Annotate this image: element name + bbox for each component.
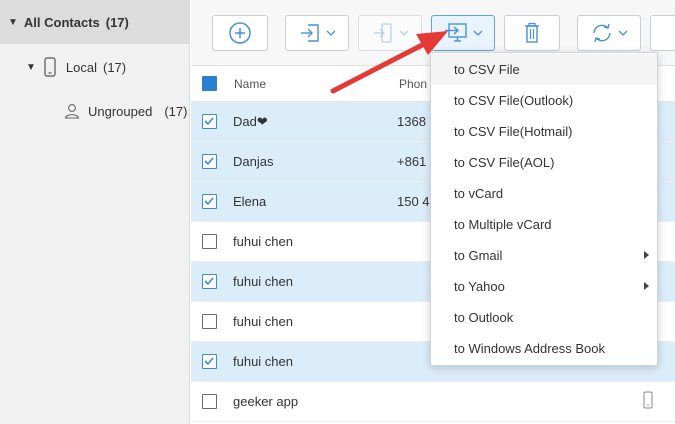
menu-item-label: to Outlook <box>454 310 514 325</box>
menu-item-label: to CSV File(Outlook) <box>454 93 574 108</box>
menu-item-to-outlook[interactable]: to Outlook <box>431 302 657 333</box>
submenu-arrow-icon <box>644 251 649 259</box>
plus-circle-icon <box>229 22 251 44</box>
chevron-down-icon[interactable] <box>473 30 483 36</box>
row-checkbox[interactable] <box>202 394 217 409</box>
contact-phone: 1368 <box>397 114 426 129</box>
nav-ungrouped-count: (17) <box>164 103 188 119</box>
delete-button[interactable] <box>504 15 560 51</box>
chevron-down-icon[interactable] <box>618 30 628 36</box>
chevron-down-icon[interactable] <box>399 30 409 36</box>
phone-icon <box>44 57 56 77</box>
contact-name: Elena <box>233 194 267 209</box>
menu-item-to-csv-file-aol[interactable]: to CSV File(AOL) <box>431 147 657 178</box>
expand-arrow-icon[interactable]: ▼ <box>26 62 36 73</box>
menu-item-label: to vCard <box>454 186 504 201</box>
contact-name: fuhui chen <box>233 274 293 289</box>
monitor-export-icon <box>445 23 467 42</box>
export-to-device-button[interactable] <box>358 15 422 51</box>
nav-local[interactable]: ▼ Local (17) <box>26 56 126 78</box>
more-toolbar-button[interactable] <box>650 15 675 51</box>
contact-phone: 150 4 <box>397 194 430 209</box>
menu-item-label: to CSV File(AOL) <box>454 155 555 170</box>
contact-phone: +861 <box>397 154 427 169</box>
row-checkbox[interactable] <box>202 114 217 129</box>
row-checkbox[interactable] <box>202 314 217 329</box>
nav-local-count: (17) <box>102 59 127 75</box>
phone-export-icon <box>374 23 392 43</box>
row-checkbox[interactable] <box>202 274 217 289</box>
menu-item-to-csv-file[interactable]: to CSV File <box>431 54 657 85</box>
menu-item-label: to Gmail <box>454 248 503 263</box>
select-all-checkbox[interactable] <box>202 76 217 91</box>
export-to-computer-button[interactable] <box>431 15 495 51</box>
import-icon <box>301 24 319 42</box>
expand-arrow-icon[interactable]: ▼ <box>8 17 18 28</box>
row-checkbox[interactable] <box>202 194 217 209</box>
nav-all-contacts[interactable]: ▼ All Contacts (17) <box>0 0 190 44</box>
menu-item-label: to CSV File <box>454 62 520 77</box>
row-checkbox[interactable] <box>202 154 217 169</box>
export-dropdown-menu: to CSV File to CSV File(Outlook) to CSV Fi… <box>430 52 658 366</box>
contact-name: fuhui chen <box>233 354 293 369</box>
contact-name: fuhui chen <box>233 314 293 329</box>
menu-item-to-csv-file-outlook[interactable]: to CSV File(Outlook) <box>431 85 657 116</box>
refresh-button[interactable] <box>577 15 641 51</box>
person-icon <box>64 104 80 119</box>
contact-name: geeker app <box>233 394 299 409</box>
table-row[interactable]: geeker app <box>191 382 675 422</box>
menu-item-label: to CSV File(Hotmail) <box>454 124 573 139</box>
phone-icon <box>643 391 653 412</box>
menu-item-to-gmail[interactable]: to Gmail <box>431 240 657 271</box>
import-button[interactable] <box>285 15 349 51</box>
column-header-name[interactable]: Name <box>234 77 266 91</box>
nav-all-contacts-count: (17) <box>105 14 129 30</box>
sidebar: ▼ All Contacts (17) ▼ Local (17) Ungroup… <box>0 0 190 424</box>
menu-item-to-csv-file-hotmail[interactable]: to CSV File(Hotmail) <box>431 116 657 147</box>
column-header-phone[interactable]: Phon <box>399 77 427 91</box>
contact-name: Danjas <box>233 154 274 169</box>
menu-item-to-multiple-vcard[interactable]: to Multiple vCard <box>431 209 657 240</box>
refresh-icon <box>593 23 611 43</box>
menu-item-label: to Windows Address Book <box>454 341 606 356</box>
contact-name: Dad❤ <box>233 113 268 129</box>
row-checkbox[interactable] <box>202 234 217 249</box>
chevron-down-icon[interactable] <box>326 30 336 36</box>
menu-item-to-yahoo[interactable]: to Yahoo <box>431 271 657 302</box>
nav-ungrouped-label: Ungrouped <box>88 103 153 119</box>
row-checkbox[interactable] <box>202 354 217 369</box>
menu-item-label: to Multiple vCard <box>454 217 552 232</box>
nav-local-label: Local <box>65 59 97 75</box>
contact-name: fuhui chen <box>233 234 293 249</box>
menu-item-label: to Yahoo <box>454 279 505 294</box>
trash-icon <box>525 22 539 43</box>
menu-item-to-vcard[interactable]: to vCard <box>431 178 657 209</box>
add-contact-button[interactable] <box>212 15 268 51</box>
menu-item-to-windows-address-book[interactable]: to Windows Address Book <box>431 333 657 364</box>
nav-ungrouped[interactable]: Ungrouped (17) <box>64 100 187 122</box>
nav-all-contacts-label: All Contacts <box>23 14 100 30</box>
submenu-arrow-icon <box>644 282 649 290</box>
